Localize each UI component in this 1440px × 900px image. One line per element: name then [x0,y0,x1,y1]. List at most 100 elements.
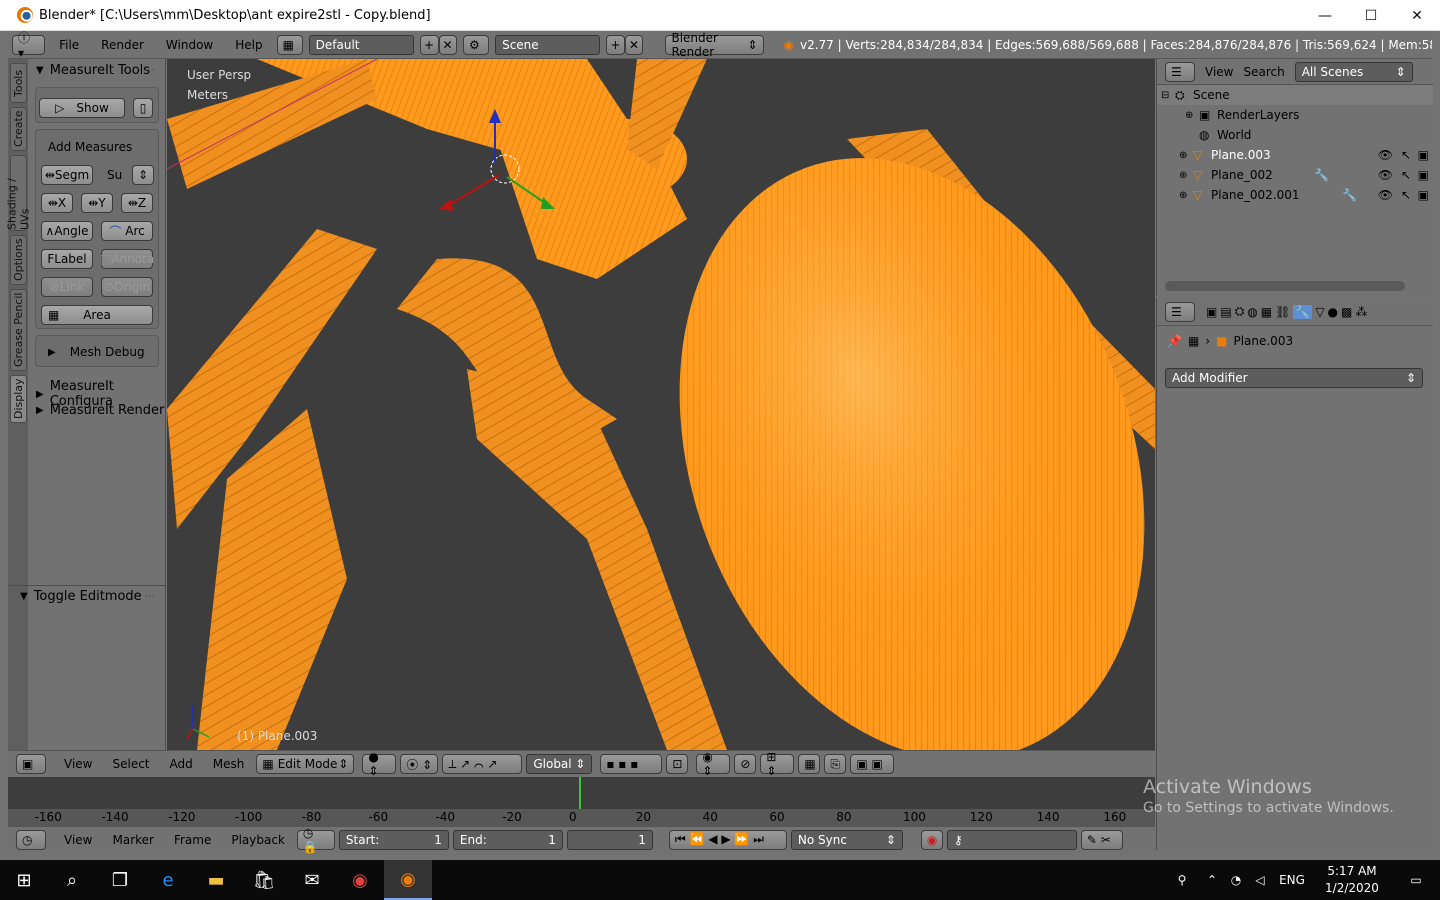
x-measure-button[interactable]: ⇹ X [41,193,73,213]
maximize-button[interactable]: ☐ [1348,0,1394,31]
file-explorer-icon[interactable]: ▬ [192,860,240,900]
remove-scene-button[interactable]: ✕ [624,34,644,55]
start-windows-icon[interactable]: ⊞ [0,860,48,900]
drag-handle-icon[interactable]: ⋯ [145,591,155,602]
proportional-select[interactable]: ◉ ⇕ [696,750,731,778]
render-camera-icon[interactable]: ▣ [1418,188,1429,202]
annotation-button[interactable]: ⬚ Annota [100,249,154,269]
timeline[interactable]: -160 -140 -120 -100 -80 -60 -40 -20 0 20 40 60 80 100… [8,777,1155,827]
tab-create[interactable]: Create [10,107,27,151]
menu-view[interactable]: View [56,833,100,847]
network-icon[interactable]: ◔ [1224,873,1248,887]
outliner-scrollbar[interactable] [1165,281,1405,291]
tab-tools[interactable]: Tools [10,63,27,103]
pivot-select[interactable]: ⦿ ⇕ [400,754,439,774]
edge-browser-icon[interactable]: e [144,860,192,900]
tab-options[interactable]: Options [10,235,27,285]
y-measure-button[interactable]: ⇹ Y [81,193,113,213]
menu-help[interactable]: Help [227,38,270,52]
select-cursor-icon[interactable]: ↖ [1401,168,1411,182]
panel-measureit-render[interactable]: ▶ MeasureIt Render [36,403,164,418]
material-tab-icon[interactable]: ● [1328,305,1338,319]
blender-taskbar-icon[interactable]: ◉ [384,860,432,900]
timeline-editor-type-button[interactable]: ◷ [16,829,46,850]
layout-selector-icon[interactable]: ▦ [276,34,303,55]
add-layout-button[interactable]: + [419,34,439,55]
language-indicator[interactable]: ENG [1272,873,1312,887]
menu-marker[interactable]: Marker [104,833,161,847]
start-frame-field[interactable]: Start: 1 [338,829,449,850]
tab-grease-pencil[interactable]: Grease Pencil [10,289,27,371]
occlude-toggle[interactable]: ⊡ [666,754,689,774]
notifications-icon[interactable]: ▭ [1392,873,1440,887]
outliner-filter-select[interactable]: All Scenes ⇕ [1294,61,1413,82]
add-scene-button[interactable]: + [606,34,625,55]
menu-add[interactable]: Add [162,757,201,771]
render-camera-icon[interactable]: ▣ [1418,168,1429,182]
view3d-editor-type-button[interactable]: ▣ [16,754,46,774]
visibility-eye-icon[interactable]: 👁 [1378,188,1393,202]
tab-display[interactable]: Display [10,375,27,423]
menu-playback[interactable]: Playback [223,833,293,847]
opengl-render-buttons[interactable]: ▣ ▣ [850,754,895,774]
area-button[interactable]: ▦ Area [41,305,153,325]
segment-button[interactable]: ⇹ Segm [41,165,93,185]
scene-tab-icon[interactable]: ⛭ [1235,304,1245,319]
origin-button[interactable]: ⊙ Origin [101,277,153,297]
texture-tab-icon[interactable]: ▩ [1341,305,1352,319]
render-engine-select[interactable]: Blender Render ⇕ [665,31,764,59]
manipulator-toggles[interactable]: ⟂ ↗ ⌒ ↗ [442,754,523,774]
render-camera-icon[interactable]: ▣ [1418,148,1429,162]
outliner-view-menu[interactable]: View [1205,65,1233,79]
show-button[interactable]: ▷ Show [39,98,125,118]
scene-selector-icon[interactable]: ⚙ [463,34,490,55]
outliner-row-plane002001[interactable]: ⊕ ▽ Plane_002.001 🔧 👁 ↖ ▣ [1157,185,1433,205]
minimize-button[interactable]: — [1302,0,1348,31]
panel-measureit-tools[interactable]: ▼ MeasureIt Tools [36,63,150,78]
sync-select[interactable]: No Sync ⇕ [790,829,903,850]
outliner-row-plane003[interactable]: ⊕ ▽ Plane.003 👁 ↖ ▣ [1157,145,1433,165]
outliner-row-plane002[interactable]: ⊕ ▽ Plane_002 🔧 👁 ↖ ▣ [1157,165,1433,185]
keyframe-buttons[interactable]: ✎ ✂ [1080,829,1123,850]
current-frame-marker[interactable] [579,777,581,809]
close-button[interactable]: ✕ [1394,0,1440,31]
outliner-search-menu[interactable]: Search [1243,65,1284,79]
remove-layout-button[interactable]: ✕ [438,34,458,55]
layout-field[interactable]: Default [308,34,414,55]
menu-file[interactable]: File [51,38,87,52]
playback-controls[interactable]: ⏮ ⏪ ◀ ▶ ⏩ ⏭ [668,829,787,850]
menu-window[interactable]: Window [158,38,221,52]
label-button[interactable]: F Label [41,249,93,269]
angle-button[interactable]: ∧ Angle [41,221,93,241]
end-frame-field[interactable]: End: 1 [452,829,563,850]
3d-viewport[interactable]: User Persp Meters (1) Plane.003 [167,59,1155,750]
particles-tab-icon[interactable]: ⁂ [1355,305,1367,319]
link-button[interactable]: ⊘ Link [41,277,93,297]
su-stepper[interactable]: ⇕ [132,165,154,185]
snap-target-button[interactable]: ▦ [798,754,821,774]
volume-icon[interactable]: ◁ [1248,873,1272,887]
object-tab-icon[interactable]: ▦ [1261,305,1272,319]
select-mode-buttons[interactable]: ▪ ▪ ▪ [600,754,663,774]
keying-set-field[interactable]: ⚷ [946,829,1077,850]
render-layers-tab-icon[interactable]: ▤ [1220,305,1231,319]
render-tab-icon[interactable]: ▣ [1206,305,1217,319]
chrome-icon[interactable]: ◉ [336,860,384,900]
outliner-row-world[interactable]: ◍ World [1157,125,1433,145]
visibility-eye-icon[interactable]: 👁 [1378,168,1393,182]
snap-toggle[interactable]: ⊘ [734,754,757,774]
world-tab-icon[interactable]: ◍ [1247,305,1257,319]
constraints-tab-icon[interactable]: ⛓ [1275,305,1290,319]
modifiers-tab-icon[interactable]: 🔧 [1293,304,1313,319]
outliner-row-scene[interactable]: ⊟ ⛭ Scene [1157,85,1433,105]
mail-icon[interactable]: ✉ [288,860,336,900]
outliner-row-renderlayers[interactable]: ⊕ ▣ RenderLayers [1157,105,1433,125]
tab-shading-uvs[interactable]: Shading / UVs [6,155,32,231]
orientation-select[interactable]: Global ⇕ [526,754,593,774]
menu-select[interactable]: Select [104,757,157,771]
preview-range-toggle[interactable]: ◷ 🔒 [296,826,335,854]
chevron-up-icon[interactable]: ⌃ [1200,873,1224,887]
shading-select[interactable]: ● ⇕ [362,750,397,778]
drag-handle-icon[interactable]: ⋯ [145,65,155,76]
snap-element-select[interactable]: ⊞ ⇕ [760,750,795,778]
